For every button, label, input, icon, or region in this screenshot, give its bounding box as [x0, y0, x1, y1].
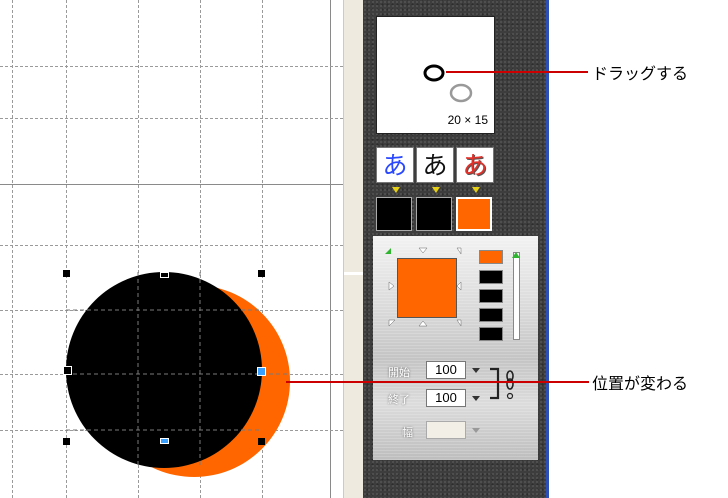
preview-shape-ring [423, 64, 445, 82]
color-swatch-2[interactable] [416, 197, 452, 231]
shade-swatch-5[interactable] [479, 327, 503, 341]
start-label: 開始 [388, 367, 410, 379]
link-bracket [490, 367, 514, 400]
preview-size-label: 20 × 15 [447, 113, 488, 127]
resize-handle[interactable] [160, 272, 169, 278]
selector-triangle-icon [432, 187, 440, 193]
resize-handle[interactable] [63, 270, 70, 277]
shade-swatch-3[interactable] [479, 289, 503, 303]
end-value-field[interactable]: 100 [426, 389, 466, 407]
end-label: 終了 [388, 394, 410, 406]
bottom-arrow-icon [418, 320, 428, 327]
corner-icon [456, 247, 462, 255]
strip-divider [344, 272, 364, 275]
top-arrow-icon [418, 247, 428, 254]
color-swatch-1[interactable] [376, 197, 412, 231]
resize-handle[interactable] [258, 270, 265, 277]
width-label: 幅 [402, 427, 413, 439]
chain-end-icon [506, 392, 514, 400]
drag-callout: ドラッグする [592, 64, 689, 83]
resize-handle[interactable] [63, 438, 70, 445]
corner-icon [456, 319, 462, 327]
shade-swatch-1[interactable] [479, 250, 503, 264]
red-shadow-text-style-button[interactable]: あ [456, 147, 494, 183]
corner-icon [388, 319, 396, 327]
shade-swatch-4[interactable] [479, 308, 503, 322]
selector-triangle-icon [392, 187, 400, 193]
drag-callout-line [446, 71, 588, 73]
position-callout-line [286, 381, 589, 383]
position-callout: 位置が変わる [592, 374, 689, 393]
plain-text-style-glyph: あ [422, 151, 448, 180]
scroll-strip[interactable] [343, 0, 364, 498]
selected-color-area[interactable] [397, 258, 457, 318]
shade-swatch-2[interactable] [479, 270, 503, 284]
palette-border [546, 0, 549, 498]
shape-layer[interactable] [0, 0, 343, 498]
color-swatch-3[interactable] [456, 197, 492, 231]
blue-text-style-glyph: あ [382, 151, 408, 180]
red-shadow-text-style-glyph: あ [462, 151, 488, 180]
plain-text-style-button[interactable]: あ [416, 147, 454, 183]
width-dropdown-icon[interactable] [472, 428, 480, 433]
drawing-canvas[interactable] [0, 0, 343, 498]
width-value-field[interactable] [426, 421, 466, 439]
slider-thumb-icon[interactable] [512, 252, 520, 258]
shadow-preview[interactable]: 20 × 15 [376, 16, 495, 134]
selector-triangle-icon [472, 187, 480, 193]
start-value-field[interactable]: 100 [426, 361, 466, 379]
resize-handle[interactable] [160, 438, 169, 444]
start-dropdown-icon[interactable] [472, 368, 480, 373]
left-arrow-icon [388, 281, 395, 291]
end-dropdown-icon[interactable] [472, 396, 480, 401]
right-arrow-icon [456, 281, 462, 291]
resize-handle[interactable] [63, 366, 72, 375]
resize-handle[interactable] [258, 438, 265, 445]
blue-text-style-button[interactable]: あ [376, 147, 414, 183]
resize-handle[interactable] [257, 367, 266, 376]
opacity-slider[interactable] [513, 252, 520, 340]
green-corner-icon [385, 248, 391, 254]
preview-shadow-ring [449, 83, 473, 103]
